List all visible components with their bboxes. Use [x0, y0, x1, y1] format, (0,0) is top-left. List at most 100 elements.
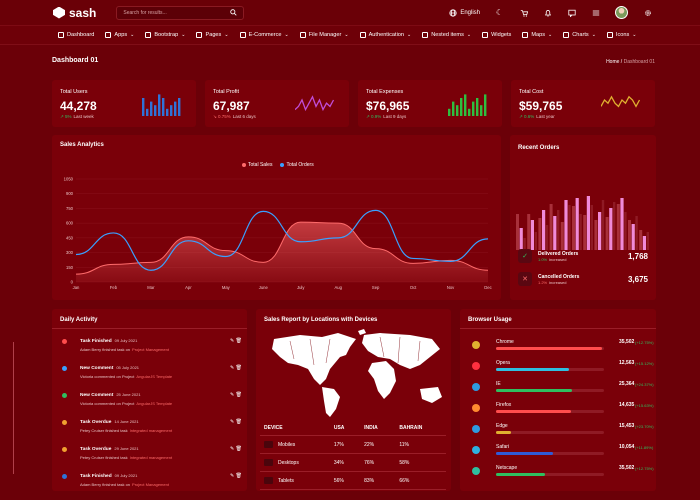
nav-label: File Manager: [308, 32, 342, 38]
nav-item[interactable]: Maps ⌄: [522, 32, 552, 38]
order-bar: [620, 198, 624, 250]
chevron-down-icon: ⌄: [130, 32, 135, 38]
stat-change-value: 0.75%: [218, 114, 231, 119]
order-bar-bg: [538, 218, 542, 250]
stat-value: $59,765: [519, 99, 563, 113]
stat-change-value: 5%: [65, 114, 72, 119]
activity-item: Task Overdue 14 June 2021 Petey Cruiser fi…: [62, 419, 242, 433]
activity-desc: Adam Berry finished task on: [80, 482, 131, 487]
close-icon: ✕: [518, 272, 532, 286]
order-value: 1,768: [627, 251, 648, 261]
device-cell: Tablets: [260, 471, 330, 490]
nav-item[interactable]: File Manager ⌄: [299, 32, 349, 38]
activity-date: 29 June 2021: [114, 446, 139, 451]
table-cell: 17%: [329, 435, 361, 454]
nav-item[interactable]: Dashboard: [58, 32, 94, 38]
activity-link[interactable]: Integrated management: [130, 455, 172, 460]
moon-icon[interactable]: ☾: [495, 8, 504, 17]
timeline-dot: [62, 420, 67, 425]
check-icon: ✓: [518, 249, 532, 263]
timeline-dot: [62, 393, 67, 398]
nav-item[interactable]: Nested items ⌄: [422, 32, 471, 38]
browser-change: (+23.70%): [635, 423, 654, 429]
activity-date: 05 July 2021: [116, 365, 140, 370]
sales-analytics-card: Sales Analytics Total Sales Total Orders …: [52, 135, 501, 300]
trash-icon[interactable]: 🗑: [236, 473, 242, 479]
activity-link[interactable]: Project Management: [132, 347, 169, 352]
nav-item[interactable]: Widgets: [482, 32, 511, 38]
sparkline-bar: [484, 94, 487, 116]
activity-link[interactable]: AngularJS Template: [136, 401, 172, 406]
bell-icon[interactable]: [543, 8, 552, 17]
nav-item[interactable]: Charts ⌄: [563, 32, 596, 38]
progress-track: [496, 473, 604, 476]
search-input[interactable]: Search for results...: [116, 5, 245, 20]
nav-icon: [606, 32, 613, 38]
y-tick-label: 300: [66, 250, 74, 255]
nav-item[interactable]: Pages ⌄: [196, 32, 229, 38]
order-bar-bg: [527, 214, 531, 250]
menu-lines-icon[interactable]: [591, 8, 600, 17]
avatar[interactable]: [615, 6, 628, 19]
trash-icon[interactable]: 🗑: [236, 392, 242, 398]
nav-item[interactable]: Bootstrap ⌄: [145, 32, 185, 38]
brand-logo[interactable]: sash: [53, 6, 96, 20]
stat-card: Total Cost $59,765 ↗ 0.6% Last year: [511, 80, 655, 127]
table-cell: 56%: [329, 471, 361, 490]
sparkline-bar: [150, 101, 153, 116]
sparkline-bar: [456, 105, 459, 116]
cart-icon[interactable]: [519, 8, 528, 17]
table-cell: 76%: [360, 453, 396, 472]
divider: [460, 328, 656, 329]
nav-item[interactable]: Apps ⌄: [105, 32, 134, 38]
stat-change-value: 0.9%: [371, 114, 382, 119]
browser-icon: [472, 467, 480, 475]
message-icon[interactable]: [567, 8, 576, 17]
progress-track: [496, 410, 604, 413]
order-bar-bg: [583, 215, 587, 250]
stat-sparkline: [448, 94, 487, 116]
activity-link[interactable]: Project Management: [132, 482, 169, 487]
browser-value: 10,054: [619, 444, 635, 450]
nav-item[interactable]: Authentication ⌄: [359, 32, 411, 38]
gear-icon[interactable]: [643, 8, 652, 17]
browser-change: (+15.12%): [635, 360, 654, 366]
trash-icon[interactable]: 🗑: [236, 446, 242, 452]
order-bar-bg: [549, 204, 553, 250]
sparkline-line: [601, 95, 641, 108]
chevron-down-icon: ⌄: [548, 32, 553, 38]
search-icon[interactable]: [230, 9, 237, 16]
daily-activity-card: Daily Activity Task Finished 09 July 2021…: [52, 309, 247, 491]
progress-track: [496, 452, 604, 455]
stat-period: Last week: [73, 114, 94, 119]
order-change: 1.0% increased: [538, 257, 578, 262]
nav-item[interactable]: Icons ⌄: [606, 32, 636, 38]
activity-item: New Comment 25 June 2021 Victoria commente…: [62, 392, 242, 406]
chevron-down-icon: ⌄: [181, 32, 186, 38]
activity-link[interactable]: Integrated management: [130, 428, 172, 433]
timeline-dot: [62, 339, 67, 344]
stat-sparkline: [142, 94, 181, 116]
y-tick-label: 600: [66, 221, 74, 226]
trash-icon[interactable]: 🗑: [236, 338, 242, 344]
sparkline-bar: [154, 105, 157, 116]
trash-icon[interactable]: 🗑: [236, 419, 242, 425]
sparkline-bar: [142, 98, 145, 116]
table-cell: 58%: [395, 453, 446, 472]
device-cell: Mobiles: [260, 435, 330, 454]
trash-icon[interactable]: 🗑: [236, 365, 242, 371]
x-tick-label: Feb: [110, 285, 118, 290]
order-bar-bg: [628, 220, 631, 250]
breadcrumb-home[interactable]: Home: [606, 59, 619, 65]
browser-name: Chrome: [496, 339, 514, 345]
activity-link[interactable]: AngularJS Template: [136, 374, 172, 379]
x-tick-label: May: [222, 285, 231, 290]
language-selector[interactable]: English: [449, 8, 480, 17]
table-row: Tablets 56% 83% 66%: [260, 471, 446, 490]
nav-item[interactable]: E-Commerce ⌄: [239, 32, 289, 38]
activity-item: New Comment 05 July 2021 Victoria commente…: [62, 365, 242, 379]
order-bar: [631, 224, 635, 250]
order-summary-row: ✓ Delivered Orders 1.0% increased 1,768: [518, 249, 648, 263]
activity-date: 09 July 2021: [114, 473, 138, 478]
browser-name: Edge: [496, 423, 508, 429]
